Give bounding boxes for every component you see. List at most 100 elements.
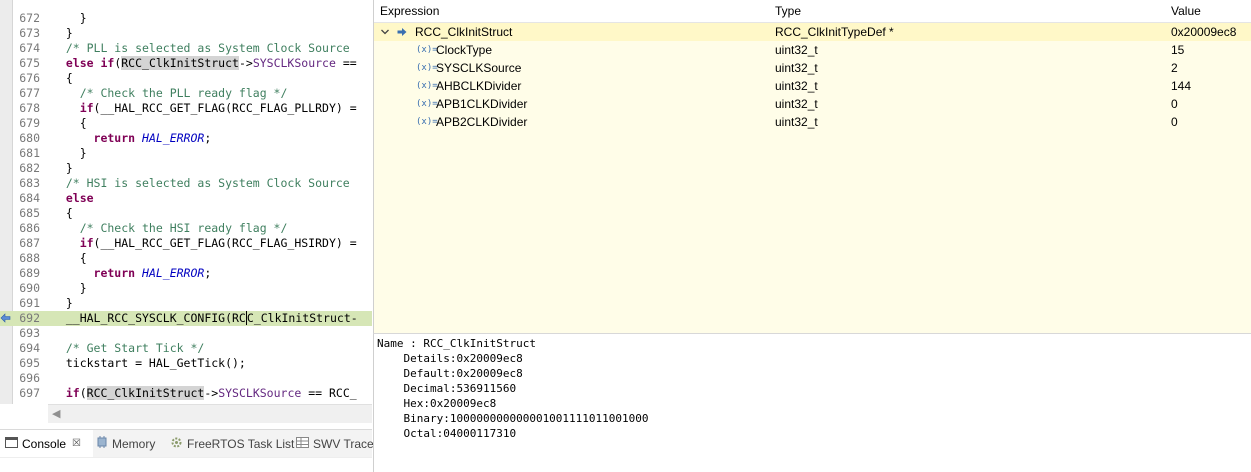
code-line[interactable]: 695 tickstart = HAL_GetTick(); xyxy=(0,356,372,371)
code-token: } xyxy=(52,281,87,295)
code-line[interactable]: 685 { xyxy=(0,206,372,221)
header-value[interactable]: Value xyxy=(1165,0,1201,22)
chevron-down-icon[interactable] xyxy=(380,27,390,37)
code-line[interactable]: 674 /* PLL is selected as System Clock S… xyxy=(0,41,372,56)
code-token: -> xyxy=(238,56,253,70)
code-line[interactable]: 677 /* Check the PLL ready flag */ xyxy=(0,86,372,101)
code-line[interactable]: 691 } xyxy=(0,296,372,311)
code-text: /* Check the HSI ready flag */ xyxy=(52,221,288,236)
code-text: if(__HAL_RCC_GET_FLAG(RCC_FLAG_HSIRDY) = xyxy=(52,236,357,251)
expression-type: uint32_t xyxy=(775,43,818,57)
code-token: (__HAL_RCC_GET_FLAG(RCC_FLAG_PLLRDY) = xyxy=(93,101,357,115)
code-line[interactable]: 693 xyxy=(0,326,372,341)
line-number: 682 xyxy=(19,161,40,175)
detail-line: Name : RCC_ClkInitStruct xyxy=(377,337,536,350)
expression-value[interactable]: 0 xyxy=(1171,95,1178,113)
code-line[interactable]: 683 /* HSI is selected as System Clock S… xyxy=(0,176,372,191)
line-number: 696 xyxy=(19,371,40,385)
code-text: if(__HAL_RCC_GET_FLAG(RCC_FLAG_PLLRDY) = xyxy=(52,101,357,116)
tab-freertos-task-list[interactable]: FreeRTOS Task List xyxy=(170,430,294,457)
code-line[interactable]: 690 } xyxy=(0,281,372,296)
code-line[interactable]: 681 } xyxy=(0,146,372,161)
expression-row[interactable]: (x)= APB2CLKDivider uint32_t 0 xyxy=(374,113,1251,132)
swv-trace-icon xyxy=(296,436,309,451)
code-token: -> xyxy=(204,386,219,400)
line-number: 694 xyxy=(19,341,40,355)
expression-value[interactable]: 0 xyxy=(1171,113,1178,131)
code-line[interactable]: 694 /* Get Start Tick */ xyxy=(0,341,372,356)
line-number: 691 xyxy=(19,296,40,310)
expression-detail-pane[interactable]: Name : RCC_ClkInitStruct Details:0x20009… xyxy=(373,333,1251,472)
expression-value[interactable]: 0x20009ec8 xyxy=(1171,23,1236,41)
line-number: 693 xyxy=(19,326,40,340)
empty-row xyxy=(374,167,1251,186)
line-number: 674 xyxy=(19,41,40,55)
code-line[interactable]: 682 } xyxy=(0,161,372,176)
code-line[interactable]: 696 xyxy=(0,371,372,386)
variable-icon: (x)= xyxy=(416,63,438,73)
code-line[interactable]: 697 if(RCC_ClkInitStruct->SYSCLKSource =… xyxy=(0,386,372,401)
close-icon[interactable]: ☒ xyxy=(72,438,81,449)
expression-value[interactable]: 2 xyxy=(1171,59,1178,77)
code-token: if xyxy=(52,101,94,115)
code-text: { xyxy=(52,71,73,86)
code-line[interactable]: 692 __HAL_RCC_SYSCLK_CONFIG(RCC_ClkInitS… xyxy=(0,311,372,326)
code-line[interactable]: 679 { xyxy=(0,116,372,131)
expression-row-root[interactable]: RCC_ClkInitStruct RCC_ClkInitTypeDef * 0… xyxy=(374,23,1251,42)
expression-row[interactable]: (x)= AHBCLKDivider uint32_t 144 xyxy=(374,77,1251,96)
line-number: 676 xyxy=(19,71,40,85)
code-token: C xyxy=(245,311,254,325)
expression-row[interactable]: (x)= SYSCLKSource uint32_t 2 xyxy=(374,59,1251,78)
line-number: 689 xyxy=(19,266,40,280)
line-number: 678 xyxy=(19,101,40,115)
code-line[interactable]: 678 if(__HAL_RCC_GET_FLAG(RCC_FLAG_PLLRD… xyxy=(0,101,372,116)
expression-row[interactable]: (x)= APB1CLKDivider uint32_t 0 xyxy=(374,95,1251,114)
tab-swv-trace[interactable]: SWV Trace xyxy=(296,430,374,457)
expression-value[interactable]: 15 xyxy=(1171,41,1184,59)
variable-icon: (x)= xyxy=(416,117,438,127)
code-token: } xyxy=(52,26,73,40)
expression-row[interactable]: (x)= ClockType uint32_t 15 xyxy=(374,41,1251,60)
code-line[interactable]: 676 { xyxy=(0,71,372,86)
expression-type: uint32_t xyxy=(775,115,818,129)
header-expression[interactable]: Expression xyxy=(374,0,439,22)
tab-memory-label: Memory xyxy=(112,436,156,451)
code-token: } xyxy=(52,11,87,25)
code-line[interactable]: 672 } xyxy=(0,11,372,26)
code-text: tickstart = HAL_GetTick(); xyxy=(52,356,246,371)
code-token: HAL_ERROR xyxy=(142,266,205,280)
code-line[interactable]: 673 } xyxy=(0,26,372,41)
code-line[interactable]: 688 { xyxy=(0,251,372,266)
code-token: HAL_ERROR xyxy=(142,131,205,145)
code-token: __HAL_RCC_SYSCLK_CONFIG(RC xyxy=(52,311,246,325)
code-text: /* Check the PLL ready flag */ xyxy=(52,86,288,101)
code-line[interactable]: 686 /* Check the HSI ready flag */ xyxy=(0,221,372,236)
console-area xyxy=(0,457,372,472)
code-line[interactable]: 675 else if(RCC_ClkInitStruct->SYSCLKSou… xyxy=(0,56,372,71)
variable-icon: (x)= xyxy=(416,81,438,91)
code-editor[interactable]: 672 } 673 } 674 /* PLL is selected as Syst… xyxy=(0,0,372,428)
code-token: ; xyxy=(204,131,212,145)
tab-memory[interactable]: Memory xyxy=(96,430,155,457)
code-text: /* PLL is selected as System Clock Sourc… xyxy=(52,41,350,56)
code-line[interactable]: 684 else xyxy=(0,191,372,206)
code-token: RCC_ClkInitStruct xyxy=(121,56,239,70)
code-line[interactable]: 689 return HAL_ERROR; xyxy=(0,266,372,281)
scroll-left-icon[interactable]: ◀ xyxy=(52,407,60,420)
tab-console[interactable]: Console ☒ xyxy=(0,430,93,457)
code-line[interactable]: 687 if(__HAL_RCC_GET_FLAG(RCC_FLAG_HSIRD… xyxy=(0,236,372,251)
editor-horizontal-scrollbar[interactable]: ◀ xyxy=(48,404,372,423)
expression-value[interactable]: 144 xyxy=(1171,77,1191,95)
expressions-view: Expression Type Value RCC_ClkInitStruct … xyxy=(373,0,1251,333)
line-number: 690 xyxy=(19,281,40,295)
code-token: } xyxy=(52,146,87,160)
expression-type: uint32_t xyxy=(775,79,818,93)
code-line[interactable]: 680 return HAL_ERROR; xyxy=(0,131,372,146)
code-text: /* Get Start Tick */ xyxy=(52,341,204,356)
header-type[interactable]: Type xyxy=(769,0,801,22)
code-token: /* HSI is selected as System Clock Sourc… xyxy=(52,176,350,190)
empty-row xyxy=(374,221,1251,240)
code-token: return xyxy=(52,131,143,145)
code-token: /* Get Start Tick */ xyxy=(52,341,205,355)
code-token: { xyxy=(52,71,73,85)
